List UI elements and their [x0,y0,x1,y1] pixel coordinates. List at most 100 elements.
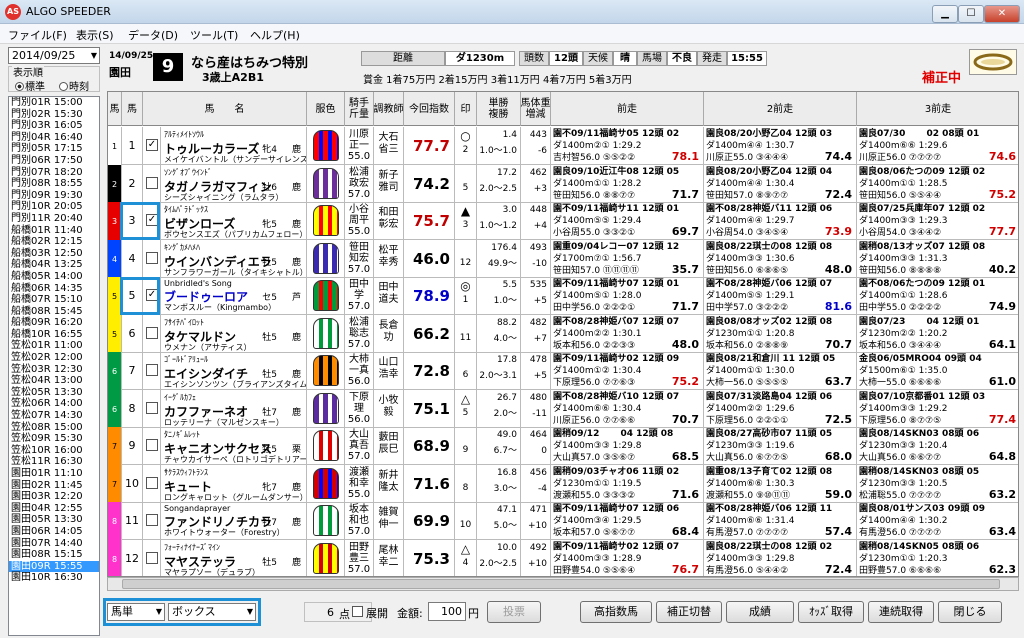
table-row[interactable]: 22 ｿﾝｸﾞｵﾌﾞｳｲﾝﾄﾞ タガノラガマフィン 牡6 鹿 シーズシャイニング… [108,164,1018,203]
radio-time[interactable]: 時刻 [59,78,89,93]
race-list-item[interactable]: 門別02R 15:30 [9,109,99,121]
column-header[interactable]: 馬体重 増減 [521,92,551,126]
race-list-item[interactable]: 門別06R 17:50 [9,155,99,167]
prediction-mark[interactable] [455,167,476,181]
race-list-item[interactable]: 門別07R 18:20 [9,167,99,179]
horse-name[interactable]: キュート [164,478,212,495]
get-odds-button[interactable]: ｵｯｽﾞ取得 [798,601,864,623]
horse-name[interactable]: ファンドリノチカラ [164,513,272,530]
race-list-item[interactable]: 船橋09R 16:20 [9,317,99,329]
table-row[interactable]: 8 11 Songandaprayer ファンドリノチカラ 牡7 鹿 ホワイトウォ… [108,502,1018,540]
table-row[interactable]: 67 ｺﾞｰﾙﾄﾞｱﾘｭｰﾙ エイシンダイチ 牡5 鹿 エイシンソンツン（ブライ… [108,352,1018,390]
race-list-item[interactable]: 園田03R 12:20 [9,491,99,503]
previous-race-3[interactable]: 園稍08/13オッズ07 12頭 08 ダ1400m③③ 1:31.3 笹田知5… [857,240,1018,278]
race-list-item[interactable]: 笠松09R 15:30 [9,433,99,445]
previous-race-2[interactable]: 園良08/21和倉川 11 12頭 05 ダ1400m①① 1:30.0 大柿一… [704,352,857,390]
race-list-item[interactable]: 船橋05R 14:00 [9,271,99,283]
previous-race-2[interactable]: 園重08/13子育て02 12頭 08 ダ1400m⑥⑥ 1:30.3 渡瀬和5… [704,464,857,503]
close-window-button[interactable]: 閉じる [938,601,1002,623]
expand-checkbox[interactable] [352,606,363,617]
column-header[interactable]: 今回指数 [404,92,455,126]
table-row[interactable]: 3 3 ✓ ﾀｲﾑﾊﾟﾗﾄﾞｯｸｽ ビザンローズ 牝5 鹿 ボウセンスエズ（パブリカ… [108,202,1018,240]
race-list-item[interactable]: 門別09R 19:30 [9,190,99,202]
previous-race-3[interactable]: 金良06/05MRO04 09頭 04 ダ1500m⑥① 1:35.0 大柿一5… [857,352,1018,390]
previous-race-3[interactable]: 園良07/23 04 12頭 01 ダ1230m②② 1:20.2 坂本和56.… [857,315,1018,353]
prediction-mark[interactable]: ○ [455,129,476,143]
prediction-mark[interactable]: ◎ [455,279,476,293]
race-list-item[interactable]: 笠松01R 11:00 [9,340,99,352]
race-list-item[interactable]: 笠松02R 12:00 [9,352,99,364]
horse-checkbox[interactable]: ✓ [146,139,158,151]
race-list-item[interactable]: 園田01R 11:10 [9,468,99,480]
prediction-mark[interactable]: △ [455,542,476,556]
race-list-item[interactable]: 門別08R 18:55 [9,178,99,190]
horse-checkbox[interactable] [146,476,158,489]
horse-name[interactable]: ブードゥーロア [164,288,248,305]
menu-help[interactable]: ヘルプ(H) [250,27,300,43]
high-index-button[interactable]: 高指数馬 [580,601,652,623]
race-list-item[interactable]: 門別10R 20:05 [9,201,99,213]
race-list[interactable]: 門別01R 15:00 門別02R 15:30 門別03R 16:05 門別04R 1… [8,96,100,636]
race-list-item[interactable]: 笠松10R 16:00 [9,445,99,457]
prediction-mark[interactable] [455,504,476,518]
close-button[interactable]: ✕ [984,5,1020,23]
previous-race-2[interactable]: 園不08/28神姫バ06 12頭 07 ダ1400m⑤⑤ 1:29.1 田中学5… [704,277,857,315]
continuous-get-button[interactable]: 連続取得 [868,601,934,623]
previous-race-3[interactable]: 園良07/10京都番01 12頭 03 ダ1400m③③ 1:29.2 下原理5… [857,390,1018,428]
column-header[interactable]: 前走 [551,92,704,126]
table-row[interactable]: 7 10 ｻｸﾗｽｳｨﾌﾄﾗﾝｽ キュート 牝7 鹿 ロングキャロット（グルームダ… [108,464,1018,503]
horse-checkbox[interactable] [146,326,158,339]
column-header[interactable]: 3前走 [857,92,1018,126]
horse-name[interactable]: タケマルドン [164,328,236,345]
correction-toggle-button[interactable]: 補正切替 [656,601,722,623]
horse-checkbox[interactable] [146,364,158,376]
prediction-mark[interactable] [455,467,476,481]
menu-view[interactable]: 表示(S) [76,27,114,43]
column-header[interactable]: 調教師 [374,92,404,126]
race-list-item[interactable]: 園田02R 11:45 [9,480,99,492]
race-list-item[interactable]: 笠松08R 15:00 [9,422,99,434]
race-list-item[interactable]: 園田05R 13:30 [9,514,99,526]
previous-race-3[interactable]: 園稍08/14SKN05 08頭 06 ダ1230m①① 1:20.3 田野豊5… [857,540,1018,577]
previous-race-3[interactable]: 園良07/30 02 08頭 01 ダ1400m⑥⑥ 1:29.6 川原正56.… [857,127,1018,165]
race-list-item[interactable]: 園田09R 15:55 [9,560,99,573]
horse-checkbox[interactable] [146,551,158,564]
previous-race-2[interactable]: 園良08/20小野乙04 12頭 03 ダ1400m④④ 1:30.7 川原正5… [704,127,857,165]
previous-race-1[interactable]: 園不09/11福崎サ11 12頭 01 ダ1400m⑤⑤ 1:29.4 小谷周5… [551,202,704,240]
race-list-item[interactable]: 門別01R 15:00 [9,97,99,109]
prediction-mark[interactable]: ▲ [455,204,476,218]
table-row[interactable]: 8 12 ﾌｫｰﾃｨﾅｲﾅｰｽﾞﾏｲﾝ マヤステッラ 牡5 鹿 マヤラプソー（デュ… [108,539,1018,577]
race-list-item[interactable]: 船橋04R 13:25 [9,259,99,271]
column-header[interactable]: 2前走 [704,92,857,126]
previous-race-2[interactable]: 園良08/22琪士の08 12頭 02 ダ1400m③③ 1:29.8 有馬澄5… [704,539,857,576]
horse-name[interactable]: エイシンダイチ [164,365,248,382]
horse-checkbox[interactable] [146,251,158,264]
prediction-mark[interactable] [455,429,476,443]
previous-race-3[interactable]: 園良08/01サンス03 09頭 09 ダ1400m④④ 1:30.2 有馬澄5… [857,502,1018,540]
race-list-item[interactable]: 笠松07R 14:30 [9,410,99,422]
race-list-item[interactable]: 門別04R 16:40 [9,132,99,144]
prediction-mark[interactable] [455,354,476,368]
race-list-item[interactable]: 船橋06R 14:35 [9,283,99,295]
race-list-item[interactable]: 園田10R 16:30 [9,572,99,584]
race-list-item[interactable]: 笠松04R 13:00 [9,375,99,387]
menu-data[interactable]: データ(D) [128,27,178,43]
previous-race-2[interactable]: 園不08/28神姫バ06 12頭 11 ダ1400m⑥⑥ 1:31.4 有馬澄5… [704,502,857,540]
race-list-item[interactable]: 笠松05R 13:30 [9,387,99,399]
results-button[interactable]: 成績 [726,601,794,623]
previous-race-2[interactable]: 園不08/28神姫バ11 12頭 06 ダ1400m④④ 1:29.7 小谷周5… [704,202,857,240]
table-row[interactable]: 56 ﾌｻｲﾁﾊﾟｲﾛｯﾄ タケマルドン 牡5 鹿 ウメナン（アサティス） 松浦聡… [108,314,1018,353]
race-list-item[interactable]: 船橋02R 12:15 [9,236,99,248]
previous-race-3[interactable]: 園良07/25兵庫年07 12頭 02 ダ1400m③③ 1:29.3 小谷周5… [857,202,1018,240]
radio-standard[interactable]: 標準 [15,78,45,93]
horse-name[interactable]: タガノラガマフィン [164,178,272,195]
race-list-item[interactable]: 船橋01R 11:40 [9,225,99,237]
prediction-mark[interactable]: △ [455,392,476,406]
previous-race-3[interactable]: 園良08/14SKN03 08頭 06 ダ1230m③③ 1:20.4 大山真5… [857,427,1018,465]
prediction-mark[interactable] [455,317,476,331]
previous-race-2[interactable]: 園良07/31淡路島04 12頭 06 ダ1400m②② 1:29.6 下原理5… [704,389,857,428]
previous-race-1[interactable]: 園不09/11福崎サ07 12頭 06 ダ1400m③④ 1:29.5 坂本和5… [551,502,704,540]
race-list-item[interactable]: 園田04R 12:55 [9,503,99,515]
previous-race-1[interactable]: 園不09/11福崎サ02 12頭 07 ダ1400m③③ 1:28.9 田野豊5… [551,539,704,576]
previous-race-1[interactable]: 園良09/10近江牛08 12頭 05 ダ1400m①① 1:28.2 笹田知5… [551,164,704,203]
